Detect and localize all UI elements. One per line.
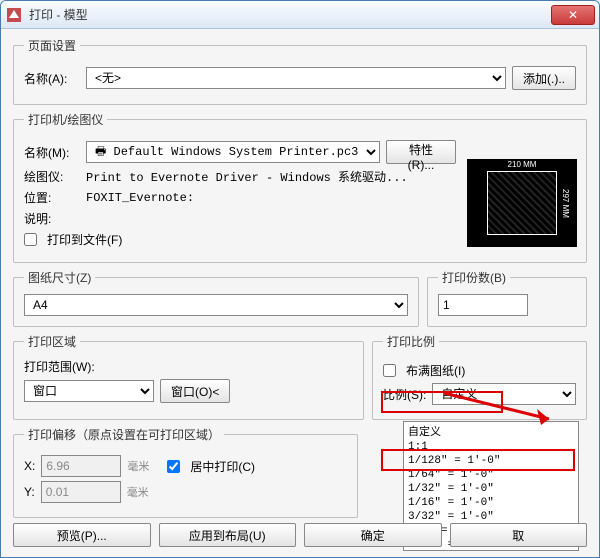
copies-input[interactable] [438,294,528,316]
y-unit: 毫米 [127,484,149,500]
copies-legend: 打印份数(B) [438,269,510,286]
paper-size-select[interactable]: A4 [24,294,408,316]
fit-to-paper-checkbox[interactable] [383,364,396,377]
desc-label: 说明: [24,210,80,227]
window-button[interactable]: 窗口(O)< [160,379,230,403]
where-label: 位置: [24,189,80,206]
scale-ratio-label: 比例(S): [383,386,426,403]
preview-button[interactable]: 预览(P)... [13,523,151,547]
center-checkbox[interactable] [167,460,180,473]
page-setup-group: 页面设置 名称(A): <无> 添加(.).. [13,37,587,105]
x-label: X: [24,459,35,473]
x-unit: 毫米 [127,458,149,474]
plot-area-group: 打印区域 打印范围(W): 窗口 窗口(O)< [13,333,364,420]
scale-ratio-select[interactable]: 自定义 [432,383,576,405]
close-button[interactable]: ✕ [551,5,595,25]
x-input[interactable] [41,455,121,477]
printer-name-label: 名称(M): [24,144,80,161]
scale-option[interactable]: 自定义 [404,422,578,440]
plotter-label: 绘图仪: [24,168,80,185]
y-input[interactable] [41,481,121,503]
offset-legend: 打印偏移（原点设置在可打印区域） [24,426,224,443]
offset-group: 打印偏移（原点设置在可打印区域） X: 毫米 居中打印(C) Y: 毫米 [13,426,358,518]
plot-range-label: 打印范围(W): [24,358,353,375]
printer-name-select[interactable]: 🖶 Default Windows System Printer.pc3 [86,141,380,163]
app-icon [5,6,23,24]
cancel-button[interactable]: 取 [450,523,588,547]
paper-preview: 210 MM 297 MM [467,159,577,247]
where-value: FOXIT_Evernote: [86,191,194,205]
ok-button[interactable]: 确定 [304,523,442,547]
scale-option[interactable]: 3/32" = 1'-0" [404,510,578,524]
scale-option[interactable]: 1/16" = 1'-0" [404,496,578,510]
scale-option[interactable]: 1:1 [404,440,578,454]
fit-to-paper-label: 布满图纸(I) [406,362,465,379]
preview-height-label: 297 MM [561,172,570,234]
window-title: 打印 - 模型 [29,6,551,23]
add-button[interactable]: 添加(.).. [512,66,576,90]
apply-layout-button[interactable]: 应用到布局(U) [159,523,297,547]
page-name-select[interactable]: <无> [86,67,506,89]
plot-to-file-checkbox[interactable] [24,233,37,246]
scale-option[interactable]: 1/128" = 1'-0" [404,454,578,468]
printer-legend: 打印机/绘图仪 [24,111,107,128]
paper-size-legend: 图纸尺寸(Z) [24,269,95,286]
page-setup-legend: 页面设置 [24,37,80,54]
page-name-label: 名称(A): [24,70,80,87]
plot-to-file-label: 打印到文件(F) [47,231,122,248]
preview-width-label: 210 MM [488,160,556,169]
scale-group: 打印比例 布满图纸(I) 比例(S): 自定义 [372,333,587,420]
paper-size-group: 图纸尺寸(Z) A4 [13,269,419,327]
properties-button[interactable]: 特性(R)... [386,140,456,164]
scale-option[interactable]: 1/32" = 1'-0" [404,482,578,496]
scale-option[interactable]: 1/64" = 1'-0" [404,468,578,482]
plot-range-select[interactable]: 窗口 [24,380,154,402]
y-label: Y: [24,485,35,499]
plot-area-legend: 打印区域 [24,333,80,350]
scale-legend: 打印比例 [383,333,439,350]
copies-group: 打印份数(B) [427,269,587,327]
plotter-value: Print to Evernote Driver - Windows 系统驱动.… [86,168,408,185]
center-label: 居中打印(C) [190,458,255,475]
